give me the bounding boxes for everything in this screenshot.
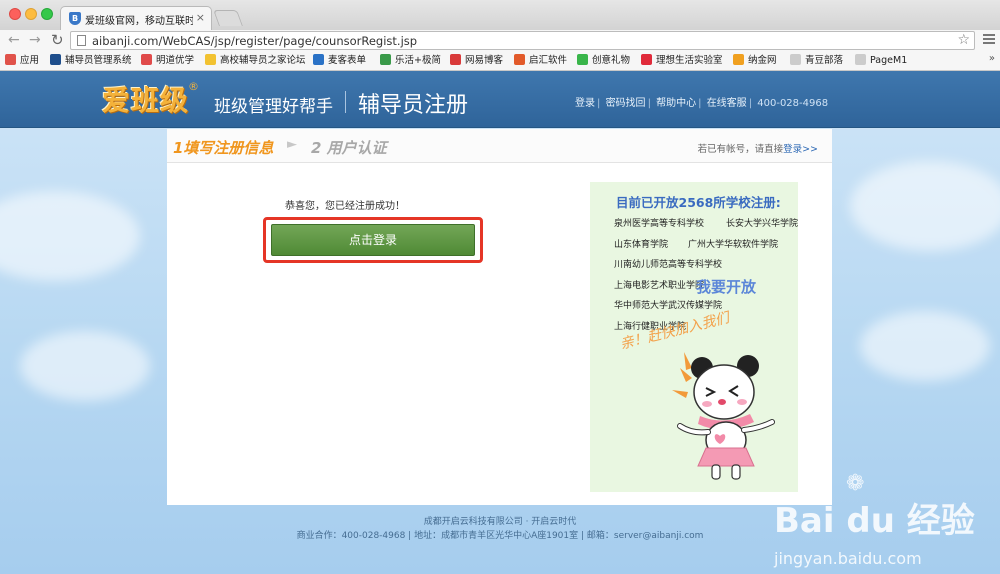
header-link-help-center[interactable]: 帮助中心 [656,98,696,109]
browser-tab[interactable]: B 爱班级官网，移动互联时代教 × [60,6,212,31]
school-item: 山东体育学院 [614,240,669,250]
school-item: 川南幼儿师范高等专科学校 [614,260,723,270]
bookmark-site-icon [514,54,525,65]
header-link-password-recovery[interactable]: 密码找回 [606,98,646,109]
bookmark-label: 启汇软件 [529,55,568,66]
registration-card: 1填写注册信息 ► 2 用户认证 若已有帐号，请直接登录>> 恭喜您，您已经注册… [167,129,832,505]
school-item: 泉州医学高等专科学校 [614,219,705,229]
bookmark-page-icon [790,54,801,65]
bookmark-label: 应用 [20,55,40,66]
bookmark-label: 青豆部落 [805,55,844,66]
bookmark-item[interactable]: 明道优学 [141,53,194,68]
bookmark-item[interactable]: 乐活+极简 [380,53,441,68]
bookmark-label: 辅导员管理系统 [65,55,132,66]
bookmark-label: 创意礼物 [592,55,631,66]
header-links: 登录 | 密码找回 | 帮助中心 | 在线客服 | 400-028-4968 [575,98,829,109]
reload-icon[interactable]: ↻ [51,31,64,49]
bookmark-label: 明道优学 [156,55,195,66]
bookmark-site-icon [577,54,588,65]
school-promo-panel: 目前已开放2568所学校注册: 泉州医学高等专科学校 长安大学兴华学院 山东体育… [590,182,798,492]
browser-titlebar: B 爱班级官网，移动互联时代教 × [0,0,1000,31]
apps-grid-icon [5,54,16,65]
bookmark-label: 乐活+极简 [395,55,441,66]
bookmark-item[interactable]: 麦客表单 [313,53,366,68]
bookmark-site-icon [50,54,61,65]
watermark-url: jingyan.baidu.com [774,549,922,568]
school-item: 广州大学华软软件学院 [688,240,779,250]
want-open-link[interactable]: 我要开放 [696,276,756,297]
bookmark-item[interactable]: 网易博客 [450,53,503,68]
site-slogan: 班级管理好帮手 [214,97,333,117]
login-button-highlight: 点击登录 [263,217,483,263]
bookmark-item[interactable]: 创意礼物 [577,53,630,68]
bookmark-page-icon [855,54,866,65]
bookmark-item[interactable]: 启汇软件 [514,53,567,68]
bookmark-site-icon [450,54,461,65]
school-item: 上海电影艺术职业学院 [614,281,705,291]
bookmark-site-icon [641,54,652,65]
step-user-verification: 2 用户认证 [311,139,387,157]
header-link-login[interactable]: 登录 [575,98,595,109]
tab-title: 爱班级官网，移动互联时代教 [85,16,193,27]
panda-mascot-icon [672,352,775,480]
browser-menu-icon[interactable] [983,34,995,46]
tab-close-icon[interactable]: × [196,11,205,24]
header-phone: 400-028-4968 [757,98,829,109]
header-link-online-support[interactable]: 在线客服 [707,98,747,109]
bookmark-label: 理想生活实验室 [656,55,723,66]
success-message: 恭喜您，您已经注册成功！ [285,201,405,212]
window-minimize-button[interactable] [25,8,37,20]
login-link[interactable]: 登录>> [783,144,818,155]
promo-title: 目前已开放2568所学校注册: [616,195,781,210]
step-progress: 1填写注册信息 ► 2 用户认证 若已有帐号，请直接登录>> [167,129,832,163]
page-background: 爱班级 ® 班级管理好帮手 辅导员注册 登录 | 密码找回 | 帮助中心 | 在线客服… [0,71,1000,574]
site-header: 爱班级 ® 班级管理好帮手 辅导员注册 登录 | 密码找回 | 帮助中心 | 在线客服… [0,71,1000,128]
bookmark-site-icon [141,54,152,65]
bookmark-item[interactable]: PageM1 [855,53,907,68]
window-maximize-button[interactable] [41,8,53,20]
bookmark-site-icon [733,54,744,65]
bookmark-item[interactable]: 青豆部落 [790,53,843,68]
forward-arrow-icon[interactable]: → [29,31,41,49]
school-item: 华中师范大学武汉传媒学院 [614,301,723,311]
window-close-button[interactable] [9,8,21,20]
baidu-jingyan-watermark: ❁ Bai du 经验 jingyan.baidu.com [764,471,975,574]
bookmark-site-icon [380,54,391,65]
login-button[interactable]: 点击登录 [271,224,475,256]
browser-toolbar: ← → ↻ aibanji.com/WebCAS/jsp/register/pa… [0,30,1000,50]
existing-account-hint: 若已有帐号，请直接登录>> [698,141,818,155]
bookmark-label: 高校辅导员之家论坛 [220,55,306,66]
bookmark-item[interactable]: 高校辅导员之家论坛 [205,53,306,68]
bookmark-star-icon[interactable]: ☆ [957,32,970,48]
address-url[interactable]: aibanji.com/WebCAS/jsp/register/page/cou… [92,34,417,48]
watermark-brand: Bai du 经验 [774,501,975,541]
bookmark-item[interactable]: 理想生活实验室 [641,53,723,68]
school-item: 长安大学兴华学院 [726,219,799,229]
back-arrow-icon[interactable]: ← [8,31,20,49]
bookmark-label: 麦客表单 [328,55,367,66]
bookmarks-more-icon[interactable]: » [989,53,995,64]
bookmark-item[interactable]: 纳金网 [733,53,777,68]
bookmark-label: 网易博客 [465,55,504,66]
bookmark-item[interactable]: 辅导员管理系统 [50,53,132,68]
bookmark-label: 纳金网 [748,55,777,66]
bookmark-label: PageM1 [870,55,908,66]
site-favicon-icon: B [69,12,81,25]
header-divider [345,91,346,113]
registered-mark: ® [188,80,199,93]
new-tab-button[interactable] [213,10,243,26]
page-title: 辅导员注册 [358,93,469,118]
existing-account-text: 若已有帐号，请直接 [697,144,784,155]
site-logo[interactable]: 爱班级 [102,79,189,119]
bookmark-site-icon [205,54,216,65]
step-fill-info: 1填写注册信息 [173,139,274,157]
bookmark-site-icon [313,54,324,65]
page-icon [77,35,86,46]
bookmark-item[interactable]: 应用 [5,53,39,68]
bookmarks-bar: » 应用 辅导员管理系统 明道优学 高校辅导员之家论坛 麦客表单 乐活+极简 网易博客 启汇软… [0,50,1000,71]
step-arrow-icon: ► [287,137,297,152]
address-bar[interactable]: aibanji.com/WebCAS/jsp/register/page/cou… [70,31,975,50]
